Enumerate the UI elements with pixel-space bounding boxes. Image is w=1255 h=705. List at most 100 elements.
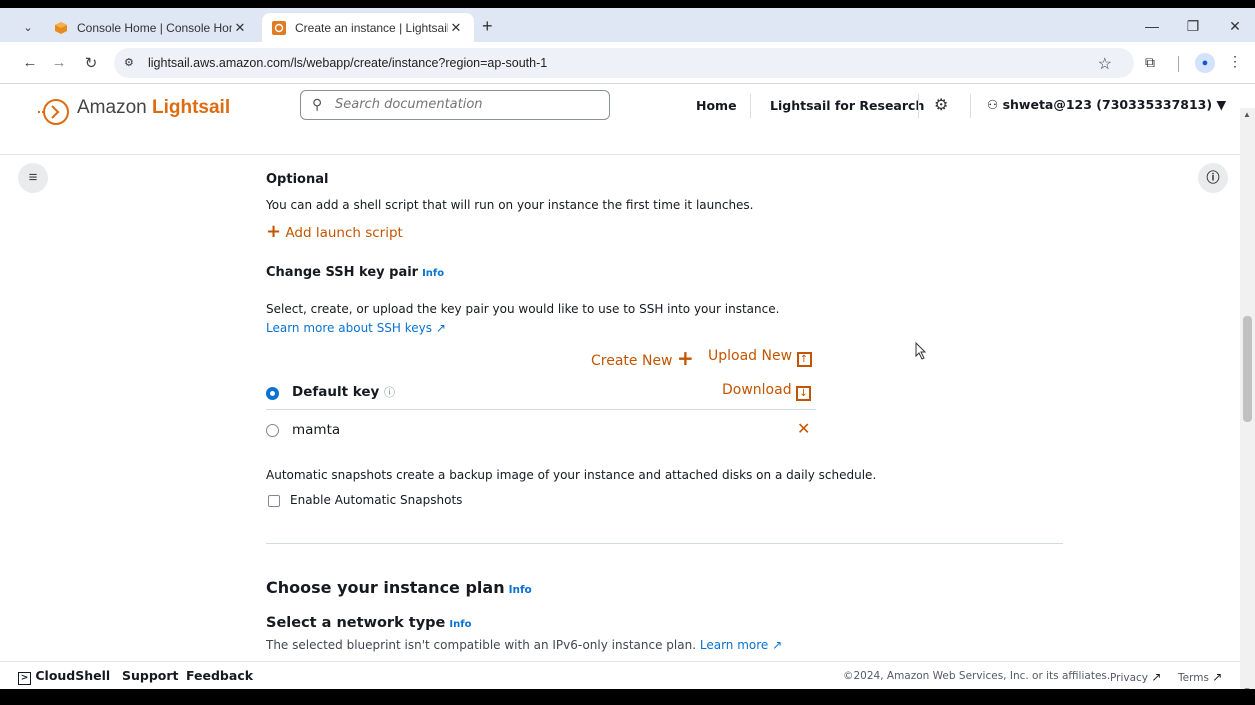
- privacy-label: Privacy: [1110, 672, 1149, 684]
- reload-icon[interactable]: ↻: [82, 54, 100, 72]
- launch-script-heading: Optional: [266, 172, 329, 187]
- learn-more-ssh-text: Learn more about SSH keys: [266, 321, 433, 335]
- ssh-info-link[interactable]: Info: [422, 268, 444, 279]
- network-note-text: The selected blueprint isn't compatible …: [266, 638, 697, 652]
- plan-heading: Choose your instance plan Info: [266, 578, 532, 597]
- delete-key-icon[interactable]: ✕: [797, 419, 810, 438]
- close-icon[interactable]: ✕: [448, 20, 464, 36]
- lightsail-logo-icon[interactable]: [36, 94, 72, 130]
- lightsail-header: Amazon Lightsail ⚲ Home Lightsail for Re…: [0, 84, 1240, 155]
- external-link-icon: ↗: [772, 638, 783, 652]
- settings-gear-icon[interactable]: ⚙: [934, 95, 948, 115]
- page-scrollbar[interactable]: ▲ ▼: [1240, 108, 1255, 689]
- scroll-up-icon[interactable]: ▲: [1243, 110, 1251, 119]
- close-icon[interactable]: ✕: [232, 20, 248, 36]
- tab-console-home[interactable]: Console Home | Console Home ✕: [44, 13, 258, 42]
- extensions-icon[interactable]: ⧉: [1145, 54, 1155, 71]
- key-radio-default[interactable]: [266, 387, 279, 400]
- tab-search-icon[interactable]: ⌄: [16, 17, 40, 39]
- user-menu[interactable]: ⚇ shweta@123 (730335337813) ▼: [987, 97, 1226, 112]
- nav-home[interactable]: Home: [696, 98, 737, 113]
- section-divider: [266, 543, 1063, 544]
- restore-icon[interactable]: ❐: [1183, 18, 1203, 35]
- plan-heading-text: Choose your instance plan: [266, 578, 505, 597]
- download-key-button[interactable]: Download ↓: [722, 382, 812, 401]
- site-info-icon[interactable]: ⚙: [124, 56, 134, 69]
- hamburger-menu-icon[interactable]: ≡: [18, 163, 48, 193]
- external-link-icon: ↗: [1212, 670, 1223, 684]
- cloudshell-button[interactable]: > CloudShell: [18, 668, 110, 685]
- network-note: The selected blueprint isn't compatible …: [266, 638, 782, 652]
- external-link-icon: ↗: [1151, 670, 1162, 684]
- ssh-heading: Change SSH key pair Info: [266, 265, 444, 280]
- back-icon[interactable]: ←: [21, 54, 39, 71]
- cloudshell-label: CloudShell: [35, 668, 111, 683]
- enable-snapshots-label[interactable]: Enable Automatic Snapshots: [290, 493, 462, 507]
- upload-icon: ↑: [796, 352, 812, 367]
- plan-info-link[interactable]: Info: [509, 584, 532, 596]
- address-bar: ← → ↻ ⚙ lightsail.aws.amazon.com/ls/weba…: [0, 42, 1255, 84]
- minimize-icon[interactable]: —: [1142, 18, 1162, 34]
- terms-label: Terms: [1178, 672, 1209, 684]
- network-heading: Select a network type Info: [266, 615, 471, 631]
- download-label: Download: [722, 382, 792, 398]
- browser-menu-icon[interactable]: ⋮: [1228, 53, 1242, 70]
- scrollbar-thumb[interactable]: [1243, 316, 1252, 422]
- learn-more-link[interactable]: Learn more: [700, 638, 768, 652]
- enable-snapshots-checkbox[interactable]: [268, 495, 280, 507]
- search-box[interactable]: ⚲: [300, 90, 610, 120]
- divider: [970, 94, 971, 118]
- privacy-link[interactable]: Privacy ↗: [1110, 670, 1161, 684]
- tab-strip: ⌄ Console Home | Console Home ✕ Create a…: [0, 8, 1255, 42]
- window-close-icon[interactable]: ✕: [1225, 18, 1245, 35]
- cloudshell-icon: >: [18, 672, 31, 685]
- launch-script-description: You can add a shell script that will run…: [266, 198, 754, 212]
- ssh-description: Select, create, or upload the key pair y…: [266, 302, 780, 316]
- search-input[interactable]: [335, 97, 595, 112]
- copyright-text: ©2024, Amazon Web Services, Inc. or its …: [843, 670, 1111, 682]
- aws-cube-icon: [55, 21, 67, 34]
- info-panel-icon[interactable]: ⓘ: [1198, 163, 1228, 193]
- logo-brand: Lightsail: [151, 97, 231, 118]
- user-name: shweta@123 (730335337813): [1002, 97, 1213, 112]
- upload-new-key-button[interactable]: Upload New ↑: [708, 348, 812, 367]
- create-new-key-button[interactable]: Create New +: [591, 346, 694, 370]
- tab-title: Create an instance | Lightsail: [295, 20, 448, 35]
- learn-more-ssh-link[interactable]: Learn more about SSH keys ↗: [266, 321, 446, 335]
- plus-icon: +: [266, 221, 282, 242]
- nav-lightsail-for-research[interactable]: Lightsail for Research: [770, 98, 924, 113]
- support-link[interactable]: Support: [122, 668, 179, 683]
- key-radio-mamta[interactable]: [266, 424, 279, 437]
- search-icon: ⚲: [312, 96, 323, 112]
- chevron-down-icon: ▼: [1216, 97, 1227, 112]
- user-icon: ⚇: [987, 97, 999, 112]
- browser-window: ⌄ Console Home | Console Home ✕ Create a…: [0, 8, 1255, 689]
- terms-link[interactable]: Terms ↗: [1178, 670, 1222, 684]
- new-tab-icon[interactable]: +: [482, 17, 493, 35]
- key-name-default: Default key ⓘ: [292, 384, 395, 400]
- bookmark-star-icon[interactable]: ☆: [1098, 54, 1112, 74]
- add-launch-script-button[interactable]: + Add launch script: [266, 221, 403, 242]
- logo-prefix: Amazon: [77, 97, 147, 118]
- plus-icon: +: [676, 346, 694, 370]
- profile-avatar-icon[interactable]: ●: [1195, 53, 1215, 73]
- divider: [750, 94, 751, 118]
- network-info-link[interactable]: Info: [449, 619, 471, 630]
- feedback-link[interactable]: Feedback: [186, 668, 253, 683]
- help-icon[interactable]: ⓘ: [384, 386, 395, 399]
- create-new-label: Create New: [591, 353, 673, 369]
- tab-create-instance[interactable]: Create an instance | Lightsail ✕: [262, 13, 474, 42]
- snapshots-description: Automatic snapshots create a backup imag…: [266, 468, 877, 482]
- add-launch-script-label: Add launch script: [285, 225, 403, 241]
- omnibox[interactable]: ⚙ lightsail.aws.amazon.com/ls/webapp/cre…: [114, 48, 1134, 78]
- url-text[interactable]: lightsail.aws.amazon.com/ls/webapp/creat…: [148, 56, 547, 70]
- app-logo-text[interactable]: Amazon Lightsail: [77, 97, 230, 119]
- forward-icon[interactable]: →: [50, 54, 68, 71]
- ssh-heading-text: Change SSH key pair: [266, 265, 419, 280]
- mouse-cursor-icon: [915, 342, 927, 360]
- scroll-down-icon[interactable]: ▼: [1243, 686, 1251, 689]
- divider: [918, 94, 919, 118]
- tab-title: Console Home | Console Home: [77, 20, 232, 35]
- console-footer: > CloudShell Support Feedback ©2024, Ama…: [0, 661, 1240, 689]
- external-link-icon: ↗: [435, 321, 446, 335]
